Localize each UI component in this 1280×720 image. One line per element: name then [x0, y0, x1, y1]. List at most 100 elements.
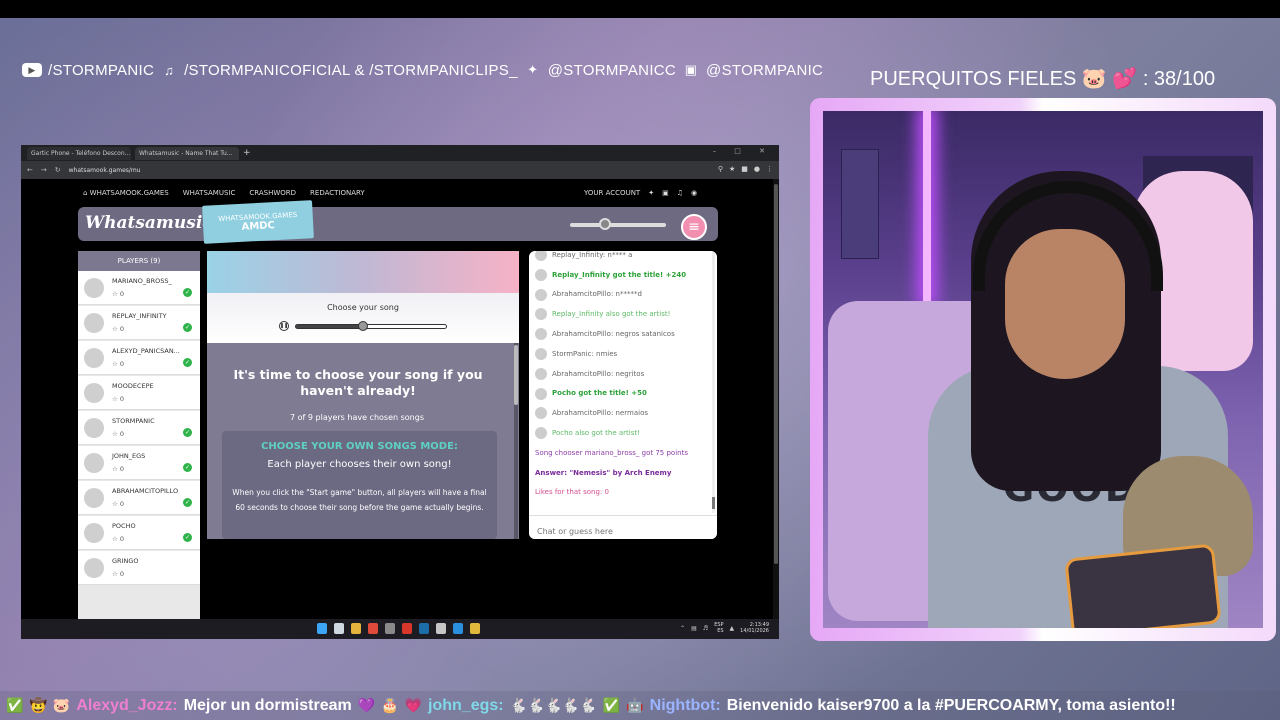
player-name: JOHN_EGS	[112, 452, 146, 460]
forward-icon[interactable]: →	[41, 166, 47, 174]
volume-icon[interactable]: ♬	[703, 625, 708, 632]
zoom-icon[interactable]: ⚲	[718, 165, 723, 173]
clock[interactable]: 2:13:49 14/01/2026	[740, 622, 769, 634]
chat-message: Replay_Infinity also got the artist!	[529, 304, 717, 324]
chat-message: Replay_Infinity: n**** a	[529, 251, 717, 265]
terminal-icon[interactable]	[385, 623, 395, 634]
nav-whatsamook[interactable]: ⌂ WHATSAMOOK.GAMES	[83, 189, 169, 197]
page-scroll-thumb[interactable]	[774, 184, 778, 564]
chat-text: Pocho also got the artist!	[552, 429, 640, 438]
nav-redactionary[interactable]: REDACTIONARY	[310, 189, 365, 197]
pause-button[interactable]: ❚❚	[279, 321, 289, 331]
extension-icon[interactable]: ■	[741, 165, 748, 173]
players-header: PLAYERS (9)	[78, 251, 200, 271]
ticker-user: Nightbot:	[649, 696, 721, 714]
browser-tab-whatsamusic[interactable]: Whatsamusic - Name That Tu...	[135, 146, 239, 160]
start-icon[interactable]	[317, 623, 327, 634]
badge-icon: ✅	[6, 697, 24, 713]
chat-message: AbrahamcitoPillo: negritos	[529, 364, 717, 384]
reload-icon[interactable]: ↻	[55, 166, 61, 174]
tray-chevron-icon[interactable]: ⌃	[680, 625, 685, 632]
nav-whatsamusic[interactable]: WHATSAMUSIC	[183, 189, 236, 197]
score-value: 0	[119, 395, 125, 403]
chat-scroll-thumb[interactable]	[712, 497, 715, 509]
instagram-icon: ▣	[684, 62, 698, 77]
browser-tab-gartic[interactable]: Gartic Phone - Teléfono Descon...	[27, 146, 131, 160]
obs-icon[interactable]	[436, 623, 446, 634]
twitter-icon[interactable]: ✦	[648, 189, 654, 197]
language-indicator[interactable]: ESP ES	[714, 622, 723, 634]
site-logo[interactable]: Whatsamusic	[85, 213, 213, 233]
browser-tab-strip: Gartic Phone - Teléfono Descon... Whatsa…	[21, 145, 779, 161]
avatar	[535, 288, 547, 301]
player-score: ☆ 0	[112, 535, 124, 543]
avatar	[84, 453, 104, 473]
youtube-icon: ▶	[22, 63, 42, 77]
new-tab-button[interactable]: +	[243, 148, 251, 158]
chosen-count: 7 of 9 players have chosen songs	[290, 413, 424, 422]
wall-poster	[841, 149, 879, 259]
player-row[interactable]: POCHO ☆ 0 ✓	[78, 516, 200, 550]
chat-messages: Replay_Infinity: n**** a Replay_Infinity …	[529, 251, 717, 502]
emote-icon: 💜	[357, 697, 376, 713]
folder-icon[interactable]	[351, 623, 361, 634]
star-icon: ☆	[112, 535, 120, 543]
profile-icon[interactable]: ●	[754, 165, 760, 173]
star-icon: ☆	[112, 325, 120, 333]
twitter-icon: ✦	[527, 62, 539, 77]
nav-label: WHATSAMOOK.GAMES	[89, 189, 169, 197]
player-row[interactable]: ALEXYD_PANICSAN... ☆ 0 ✓	[78, 341, 200, 375]
edge-icon[interactable]	[453, 623, 463, 634]
network-icon[interactable]: ▤	[691, 625, 697, 632]
player-row[interactable]: GRINGO ☆ 0	[78, 551, 200, 585]
more-icon[interactable]: ⋮	[766, 165, 773, 173]
chat-message: AbrahamcitoPillo: nermaios	[529, 403, 717, 423]
your-account-link[interactable]: YOUR ACCOUNT	[584, 189, 640, 197]
player-score: ☆ 0	[112, 430, 124, 438]
nav-crashword[interactable]: CRASHWORD	[249, 189, 296, 197]
instagram-icon[interactable]: ▣	[662, 189, 669, 197]
player-row[interactable]: MARIANO_BROSS_ ☆ 0 ✓	[78, 271, 200, 305]
avatar	[84, 383, 104, 403]
social-links: ▶ /STORMPANIC ♫ /STORMPANICOFICIAL & /ST…	[22, 58, 823, 82]
chat-text: StormPanic: nmies	[552, 349, 618, 358]
brave-icon[interactable]	[402, 623, 412, 634]
volume-slider-knob[interactable]	[599, 218, 611, 230]
player-score: ☆ 0	[112, 290, 124, 298]
avatar	[535, 308, 547, 321]
star-icon[interactable]: ★	[729, 165, 735, 173]
steam-icon[interactable]	[419, 623, 429, 634]
url-field[interactable]: whatsamook.games/mu	[69, 167, 141, 174]
avatar	[535, 427, 547, 440]
player-row[interactable]: ABRAHAMCITOPILLO ☆ 0 ✓	[78, 481, 200, 515]
player-row[interactable]: STORMPANIC ☆ 0 ✓	[78, 411, 200, 445]
room-code-card[interactable]: WHATSAMOOK.GAMES AMDC	[202, 200, 314, 244]
avatar	[84, 488, 104, 508]
search-icon[interactable]	[334, 623, 344, 634]
window-controls[interactable]: – □ ✕	[713, 147, 773, 155]
volume-slider[interactable]	[570, 223, 666, 227]
chat-message: Answer: "Nemesis" by Arch Enemy	[529, 463, 717, 483]
page-scrollbar[interactable]	[773, 179, 779, 619]
panel-scroll-thumb[interactable]	[514, 345, 518, 405]
app-icon[interactable]	[368, 623, 378, 634]
tiktok-icon[interactable]: ♫	[677, 189, 683, 197]
player-row[interactable]: REPLAY_INFINITY ☆ 0 ✓	[78, 306, 200, 340]
avatar	[535, 407, 547, 420]
webcam-frame: GOOD	[810, 98, 1276, 641]
chat-input[interactable]	[529, 515, 717, 539]
player-score: ☆ 0	[112, 325, 124, 333]
discord-icon[interactable]: ◉	[691, 189, 697, 197]
back-icon[interactable]: ←	[27, 166, 33, 174]
chat-scrollbar[interactable]	[712, 251, 715, 513]
song-progress-bar[interactable]	[295, 324, 447, 329]
player-row[interactable]: MOODECEPE ☆ 0	[78, 376, 200, 410]
players-panel: PLAYERS (9) MARIANO_BROSS_ ☆ 0 ✓ REPLAY_INF…	[78, 251, 200, 619]
hamburger-icon: ≡	[688, 219, 700, 235]
chrome-icon[interactable]	[470, 623, 480, 634]
wifi-icon[interactable]: ▲	[730, 625, 735, 632]
star-icon: ☆	[112, 570, 120, 578]
date: 14/01/2026	[740, 628, 769, 634]
menu-button[interactable]: ≡	[681, 214, 707, 240]
player-row[interactable]: JOHN_EGS ☆ 0 ✓	[78, 446, 200, 480]
